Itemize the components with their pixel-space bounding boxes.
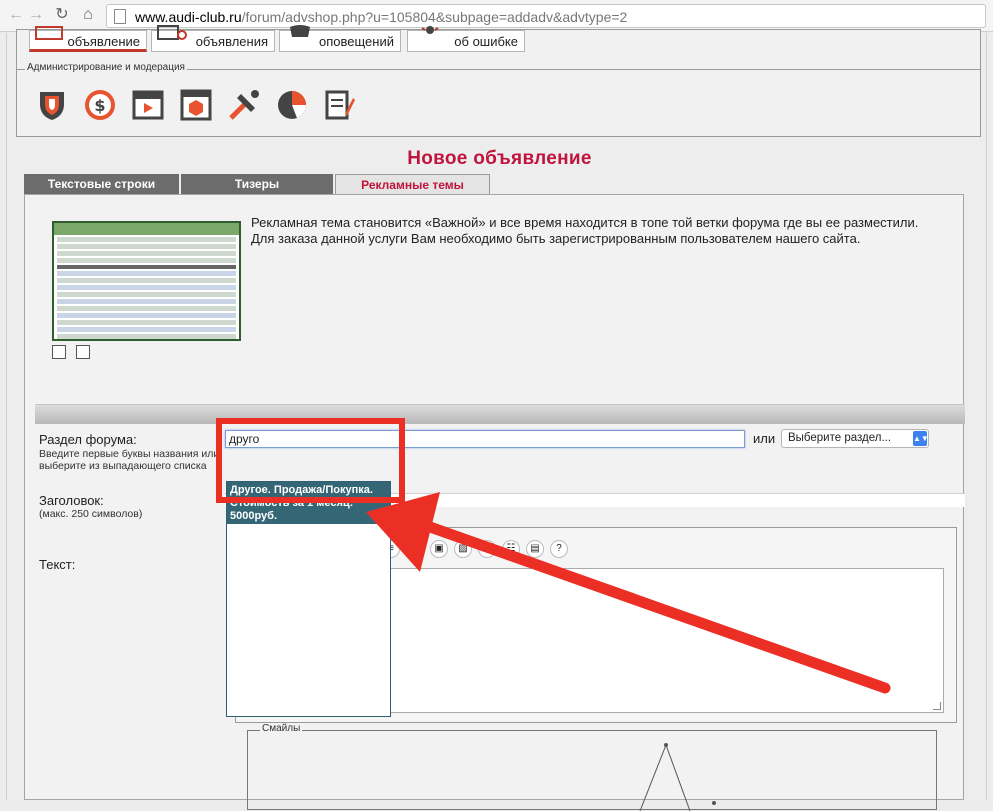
back-arrow-icon[interactable]: ← [6, 5, 26, 25]
form-header-bar [35, 404, 965, 424]
title-hint: (макс. 250 символов) [39, 508, 143, 520]
picture-icon[interactable]: ▨ [454, 540, 472, 558]
tab-label: об ошибке [454, 34, 518, 49]
bullet-list-icon[interactable]: ☷ [502, 540, 520, 558]
section-tabs: Текстовые строки Тизеры Рекламные темы [24, 174, 964, 194]
form-panel: Рекламная тема становится «Важной» и все… [24, 194, 965, 811]
tab-text-lines[interactable]: Текстовые строки [24, 174, 179, 194]
dollar-icon[interactable]: $ [83, 88, 117, 122]
box-icon[interactable] [179, 88, 213, 122]
admin-legend: Администрирование и модерация [25, 62, 187, 73]
tab-teasers[interactable]: Тизеры [181, 174, 333, 194]
tab-my-ads[interactable]: объявления [151, 25, 275, 52]
image-icon[interactable]: ▣ [430, 540, 448, 558]
description-line: Для заказа данной услуги Вам необходимо … [251, 231, 861, 246]
svg-text:$: $ [94, 96, 105, 115]
title-label: Заголовок: [39, 493, 104, 508]
bell-icon [290, 25, 310, 37]
reload-icon[interactable]: ↻ [52, 5, 72, 25]
tools-icon[interactable] [227, 88, 261, 122]
smiles-figure [639, 743, 716, 811]
resize-grip-icon[interactable] [933, 702, 941, 710]
link-icon[interactable]: ◉ [406, 540, 424, 558]
description: Рекламная тема становится «Важной» и все… [251, 215, 951, 247]
tab-label: объявление [67, 34, 140, 49]
home-icon[interactable]: ⌂ [78, 5, 98, 25]
tab-new-ad[interactable]: объявление [29, 26, 147, 52]
address-bar[interactable]: www.audi-club.ru/forum/advshop.php?u=105… [106, 4, 986, 28]
ad-icon [35, 26, 63, 40]
admin-moderation-box: Администрирование и модерация $ [16, 62, 981, 137]
source-icon[interactable]: ▤ [526, 540, 544, 558]
tab-report-error[interactable]: об ошибке [407, 26, 525, 52]
preview-thumbnail[interactable] [52, 221, 241, 341]
page-title: Новое объявление [407, 148, 592, 169]
select-arrows-icon: ▲▼ [913, 431, 929, 446]
pie-chart-icon[interactable] [275, 88, 309, 122]
page: объявление объявления оповещений об ошиб… [0, 25, 993, 811]
text-label: Текст: [39, 557, 76, 572]
url-path: /forum/advshop.php?u=105804&subpage=adda… [241, 9, 628, 25]
section-label: Раздел форума: [39, 432, 137, 447]
help-icon[interactable]: ? [550, 540, 568, 558]
autocomplete-dropdown: Другое. Продажа/Покупка. Стоимость за 1 … [226, 481, 391, 717]
section-select[interactable]: Выберите раздел... ▲▼ [781, 429, 929, 448]
section-hint: Введите первые буквы названия или выбери… [39, 448, 220, 472]
tab-label: объявления [195, 34, 268, 49]
browser-toolbar: ← → ↻ ⌂ www.audi-club.ru/forum/advshop.p… [0, 0, 993, 32]
notepad-icon[interactable] [323, 88, 357, 122]
thumb-checkbox[interactable] [76, 345, 90, 359]
page-icon [114, 9, 126, 24]
video-icon[interactable] [131, 88, 165, 122]
smiles-legend: Смайлы [260, 723, 303, 734]
thumb-checkbox[interactable] [52, 345, 66, 359]
annotation-highlight-box [216, 418, 405, 503]
tab-label: оповещений [319, 34, 394, 49]
ads-list-icon [157, 25, 187, 40]
bulb-icon [421, 26, 439, 34]
ordered-list-icon[interactable]: ☰ [478, 540, 496, 558]
smiles-box: Смайлы [247, 723, 937, 811]
forward-arrow-icon[interactable]: → [26, 5, 46, 25]
tab-notifications[interactable]: оповещений [279, 25, 401, 52]
tab-ad-topics[interactable]: Рекламные темы [335, 174, 490, 194]
select-value: Выберите раздел... [788, 432, 892, 444]
url-domain: www.audi-club.ru [135, 9, 242, 25]
description-line: Рекламная тема становится «Важной» и все… [251, 215, 919, 230]
shield-icon[interactable] [35, 88, 69, 122]
or-label: или [753, 431, 776, 446]
